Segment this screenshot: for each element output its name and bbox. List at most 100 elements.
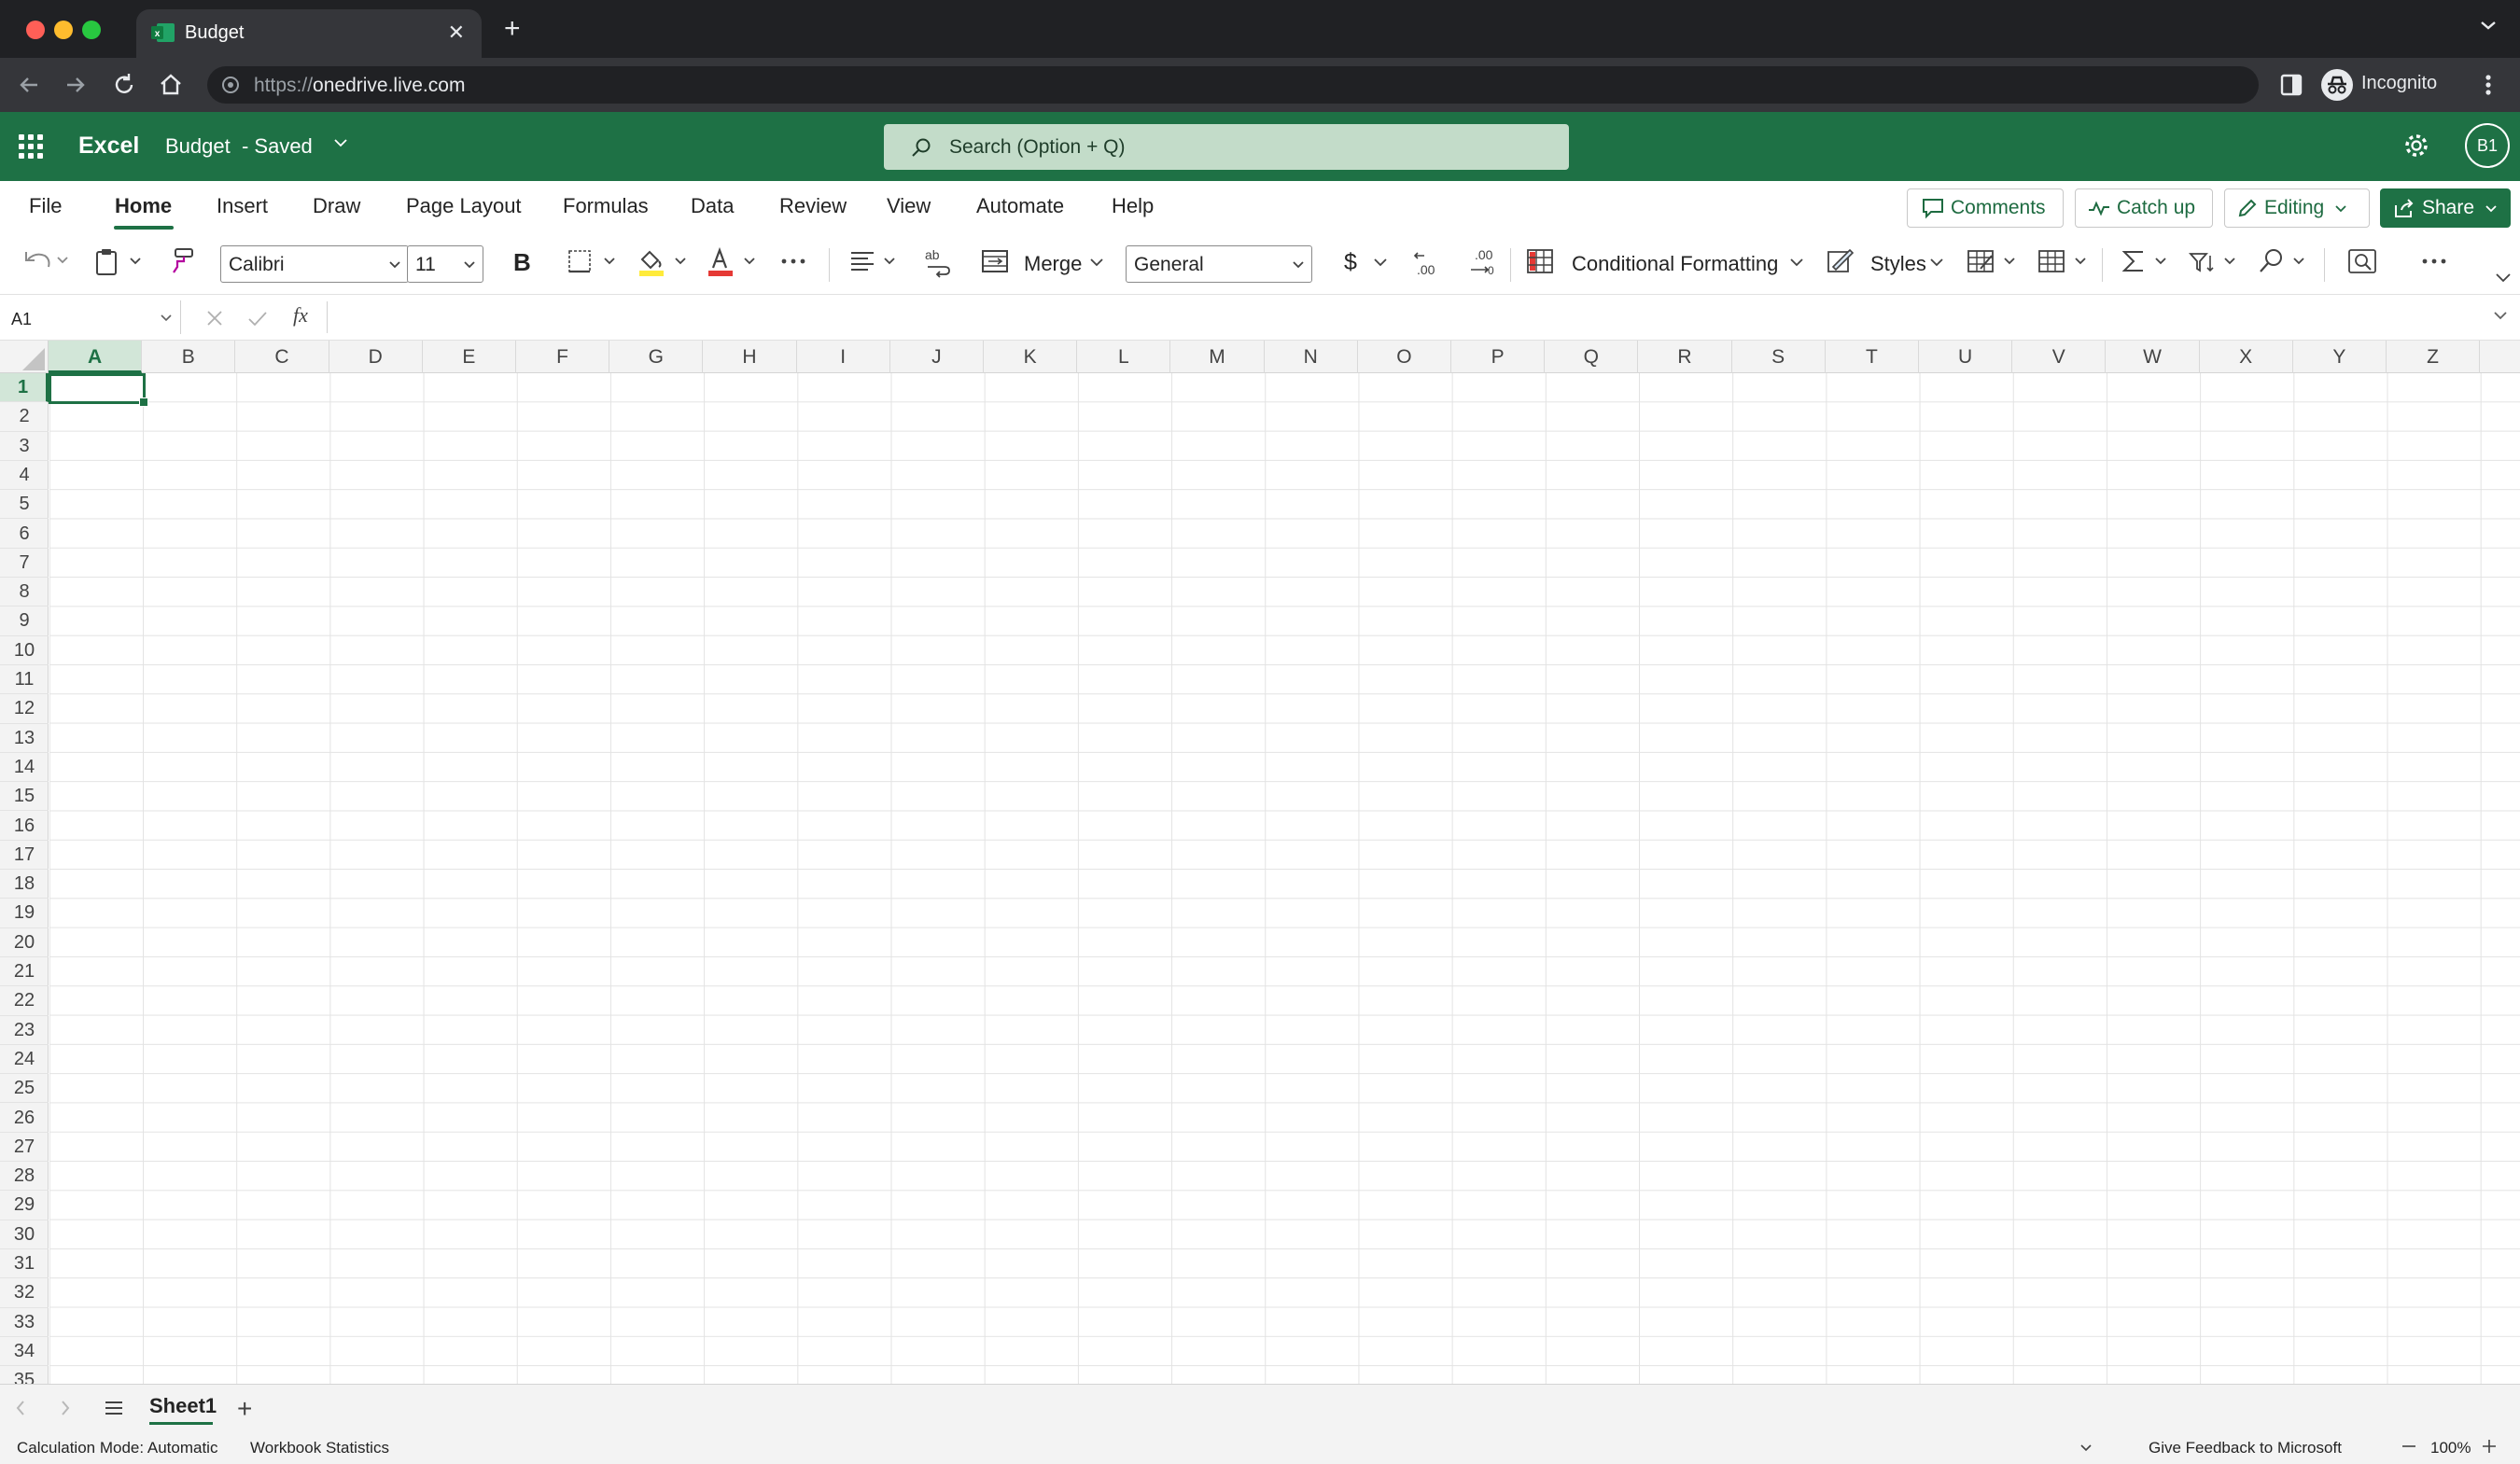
row-header-6[interactable]: 6 [0, 520, 49, 549]
column-header-t[interactable]: T [1826, 341, 1919, 373]
row-header-34[interactable]: 34 [0, 1337, 49, 1367]
row-header-28[interactable]: 28 [0, 1162, 49, 1192]
formula-input[interactable] [338, 305, 2485, 331]
enter-check-icon[interactable] [246, 307, 269, 334]
select-all-corner[interactable] [0, 341, 49, 373]
close-window-button[interactable] [26, 21, 45, 39]
row-header-2[interactable]: 2 [0, 402, 49, 432]
format-painter-icon[interactable] [166, 246, 196, 281]
merge-icon[interactable] [980, 246, 1010, 281]
borders-icon[interactable] [566, 246, 622, 281]
tab-page-layout[interactable]: Page Layout [406, 194, 522, 218]
column-header-j[interactable]: J [890, 341, 984, 373]
find-icon[interactable] [2257, 246, 2313, 281]
row-header-15[interactable]: 15 [0, 782, 49, 812]
column-header-g[interactable]: G [609, 341, 704, 373]
decrease-decimal-icon[interactable]: .00 [1411, 246, 1443, 283]
zoom-level[interactable]: 100% [2430, 1439, 2471, 1457]
tab-insert[interactable]: Insert [217, 194, 268, 218]
column-header-x[interactable]: X [2200, 341, 2293, 373]
tab-home[interactable]: Home [115, 194, 172, 218]
column-header-v[interactable]: V [2012, 341, 2107, 373]
avatar[interactable]: B1 [2465, 123, 2510, 168]
tab-view[interactable]: View [887, 194, 931, 218]
row-header-5[interactable]: 5 [0, 490, 49, 520]
expand-ribbon-chevron-icon[interactable] [2494, 271, 2513, 290]
tab-draw[interactable]: Draw [313, 194, 360, 218]
workbook-statistics[interactable]: Workbook Statistics [250, 1439, 389, 1457]
document-title[interactable]: Budget - Saved [165, 134, 313, 159]
more-options-icon[interactable] [2419, 246, 2449, 281]
row-header-27[interactable]: 27 [0, 1133, 49, 1163]
cell-area[interactable] [49, 373, 2520, 1384]
row-header-25[interactable]: 25 [0, 1074, 49, 1104]
all-sheets-menu-icon[interactable] [103, 1398, 125, 1423]
minimize-window-button[interactable] [54, 21, 73, 39]
incognito-icon[interactable] [2320, 68, 2354, 106]
insert-function-button[interactable]: fx [293, 303, 308, 328]
column-header-k[interactable]: K [984, 341, 1078, 373]
undo-icon[interactable] [21, 246, 73, 281]
conditional-formatting-button[interactable]: Conditional Formatting [1572, 252, 1778, 276]
row-header-8[interactable]: 8 [0, 578, 49, 607]
row-header-1[interactable]: 1 [0, 373, 49, 403]
column-header-r[interactable]: R [1638, 341, 1732, 373]
column-header-e[interactable]: E [423, 341, 516, 373]
column-header-u[interactable]: U [1919, 341, 2013, 373]
tab-help[interactable]: Help [1112, 194, 1154, 218]
tab-data[interactable]: Data [691, 194, 734, 218]
column-header-n[interactable]: N [1265, 341, 1358, 373]
sheet-tab[interactable]: Sheet1 [149, 1394, 217, 1418]
styles-icon[interactable] [1826, 246, 1855, 281]
comments-button[interactable]: Comments [1907, 188, 2064, 228]
merge-button[interactable]: Merge [1024, 252, 1082, 276]
add-sheet-icon[interactable]: + [237, 1394, 252, 1424]
font-name-select[interactable]: Calibri [220, 245, 409, 283]
row-header-32[interactable]: 32 [0, 1278, 49, 1308]
row-header-13[interactable]: 13 [0, 724, 49, 753]
side-panel-icon[interactable] [2279, 73, 2303, 102]
column-header-o[interactable]: O [1358, 341, 1451, 373]
column-header-d[interactable]: D [329, 341, 423, 373]
row-header-12[interactable]: 12 [0, 694, 49, 724]
column-header-l[interactable]: L [1077, 341, 1171, 373]
bold-button[interactable]: B [513, 248, 531, 277]
sort-filter-icon[interactable] [2188, 246, 2244, 281]
column-header-z[interactable]: Z [2387, 341, 2481, 373]
fill-color-icon[interactable] [637, 246, 693, 283]
app-name[interactable]: Excel [78, 132, 139, 160]
paste-icon[interactable] [93, 246, 147, 283]
row-header-22[interactable]: 22 [0, 986, 49, 1016]
row-header-4[interactable]: 4 [0, 461, 49, 491]
close-tab-icon[interactable]: ✕ [448, 21, 465, 45]
row-header-18[interactable]: 18 [0, 870, 49, 899]
autosum-icon[interactable] [2119, 246, 2175, 281]
column-header-y[interactable]: Y [2293, 341, 2387, 373]
chevron-down-icon[interactable] [1788, 254, 1805, 275]
calculation-mode[interactable]: Calculation Mode: Automatic [17, 1439, 217, 1457]
row-header-29[interactable]: 29 [0, 1191, 49, 1220]
font-color-icon[interactable] [706, 246, 762, 283]
row-header-14[interactable]: 14 [0, 753, 49, 783]
zoom-out-icon[interactable] [2401, 1438, 2417, 1459]
column-header-f[interactable]: F [516, 341, 610, 373]
font-size-select[interactable]: 11 [407, 245, 483, 283]
row-header-23[interactable]: 23 [0, 1016, 49, 1045]
browser-menu-icon[interactable] [2483, 71, 2494, 104]
row-header-24[interactable]: 24 [0, 1045, 49, 1075]
tab-automate[interactable]: Automate [976, 194, 1064, 218]
name-box[interactable]: A1 [4, 300, 181, 334]
increase-decimal-icon[interactable]: .00 0 [1467, 246, 1499, 283]
new-tab-icon[interactable]: + [504, 13, 521, 45]
number-format-select[interactable]: General [1126, 245, 1312, 283]
site-info-icon[interactable] [220, 75, 241, 100]
more-font-options-icon[interactable] [778, 246, 808, 281]
catch-up-button[interactable]: Catch up [2075, 188, 2213, 228]
profile-label[interactable]: Incognito [2361, 73, 2437, 94]
tab-formulas[interactable]: Formulas [563, 194, 649, 218]
row-header-30[interactable]: 30 [0, 1220, 49, 1249]
scroll-sheets-right-icon[interactable] [58, 1398, 73, 1423]
spreadsheet-grid[interactable]: ABCDEFGHIJKLMNOPQRSTUVWXYZ 1 2 3 4 5 6 7 8 9 10 11… [0, 341, 2520, 1384]
chevron-down-icon[interactable] [332, 134, 349, 156]
zoom-in-icon[interactable] [2481, 1438, 2498, 1459]
